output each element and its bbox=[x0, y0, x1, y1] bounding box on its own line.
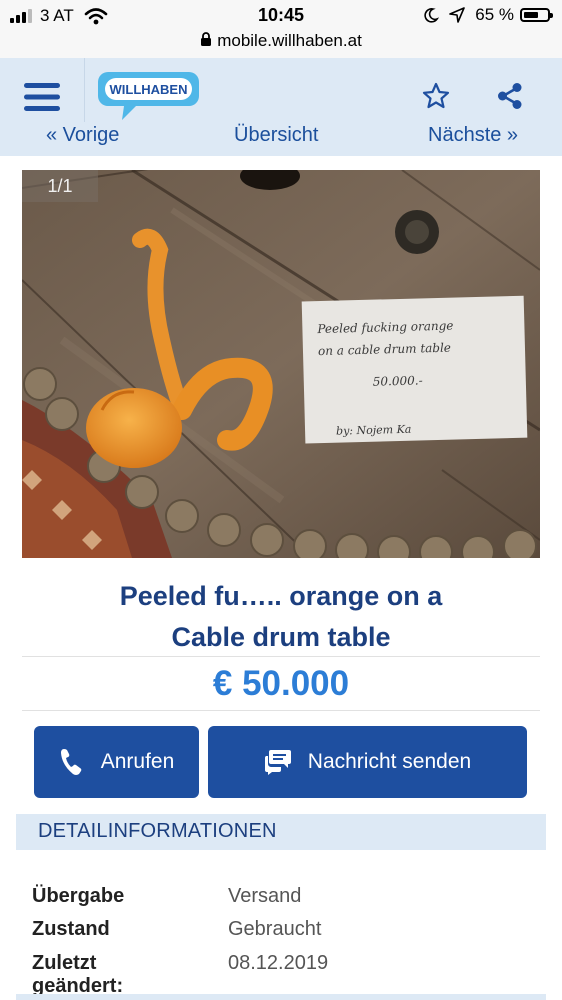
divider bbox=[22, 656, 540, 657]
listing-price: € 50.000 bbox=[212, 664, 350, 703]
url-text: mobile.willhaben.at bbox=[217, 31, 362, 50]
listing-title: Peeled fu….. orange on a Cable drum tabl… bbox=[40, 576, 522, 658]
detail-value: Versand bbox=[228, 885, 302, 907]
battery-percent: 65 % bbox=[475, 5, 514, 24]
status-right: 65 % bbox=[423, 5, 553, 25]
detail-value: 08.12.2019 bbox=[228, 952, 329, 974]
favorite-button[interactable] bbox=[418, 78, 454, 114]
listing-pager: « Vorige Übersicht Nächste » bbox=[0, 122, 562, 156]
status-bar: 3 AT 10:45 mobile.willhaben.at 65 % bbox=[0, 0, 562, 58]
listing-photo[interactable]: Peeled fucking orange on a cable drum ta… bbox=[22, 170, 540, 558]
note-line-4: by: Nojem Ka bbox=[336, 423, 412, 438]
share-icon bbox=[498, 83, 522, 109]
star-outline-icon bbox=[422, 82, 450, 109]
moon-icon bbox=[424, 8, 440, 23]
willhaben-logo[interactable]: WILLHABEN bbox=[96, 68, 201, 122]
location-arrow-icon bbox=[449, 7, 466, 23]
phone-icon bbox=[59, 747, 85, 777]
divider bbox=[22, 710, 540, 711]
call-button[interactable]: Anrufen bbox=[34, 726, 199, 798]
message-icon bbox=[264, 749, 292, 775]
send-message-button[interactable]: Nachricht senden bbox=[208, 726, 527, 798]
address-bar[interactable]: mobile.willhaben.at bbox=[0, 31, 562, 51]
next-link[interactable]: Nächste » bbox=[428, 124, 518, 147]
lock-icon bbox=[201, 32, 212, 46]
battery-icon bbox=[520, 8, 553, 22]
listing-title-line-2: Cable drum table bbox=[171, 622, 391, 652]
detail-key: Zustand bbox=[32, 918, 110, 940]
share-button[interactable] bbox=[492, 78, 528, 114]
hamburger-menu-icon bbox=[24, 83, 60, 111]
logo-text: WILLHABEN bbox=[110, 82, 188, 97]
overview-link[interactable]: Übersicht bbox=[234, 124, 318, 147]
image-counter: 1/1 bbox=[22, 170, 98, 202]
detail-value: Gebraucht bbox=[228, 918, 322, 940]
next-section-edge bbox=[16, 994, 546, 1000]
detail-section-header: DETAILINFORMATIONEN bbox=[16, 814, 546, 850]
detail-section-title: DETAILINFORMATIONEN bbox=[38, 820, 277, 842]
prev-link[interactable]: « Vorige bbox=[46, 124, 119, 147]
photo-image: Peeled fucking orange on a cable drum ta… bbox=[22, 170, 540, 558]
detail-key: Zuletzt geändert: bbox=[32, 952, 124, 997]
note-line-3: 50.000.- bbox=[373, 373, 423, 388]
listing-title-line-1: Peeled fu….. orange on a bbox=[119, 581, 443, 611]
call-button-label: Anrufen bbox=[100, 750, 175, 773]
detail-key: Übergabe bbox=[32, 885, 125, 907]
send-message-label: Nachricht senden bbox=[307, 750, 472, 773]
